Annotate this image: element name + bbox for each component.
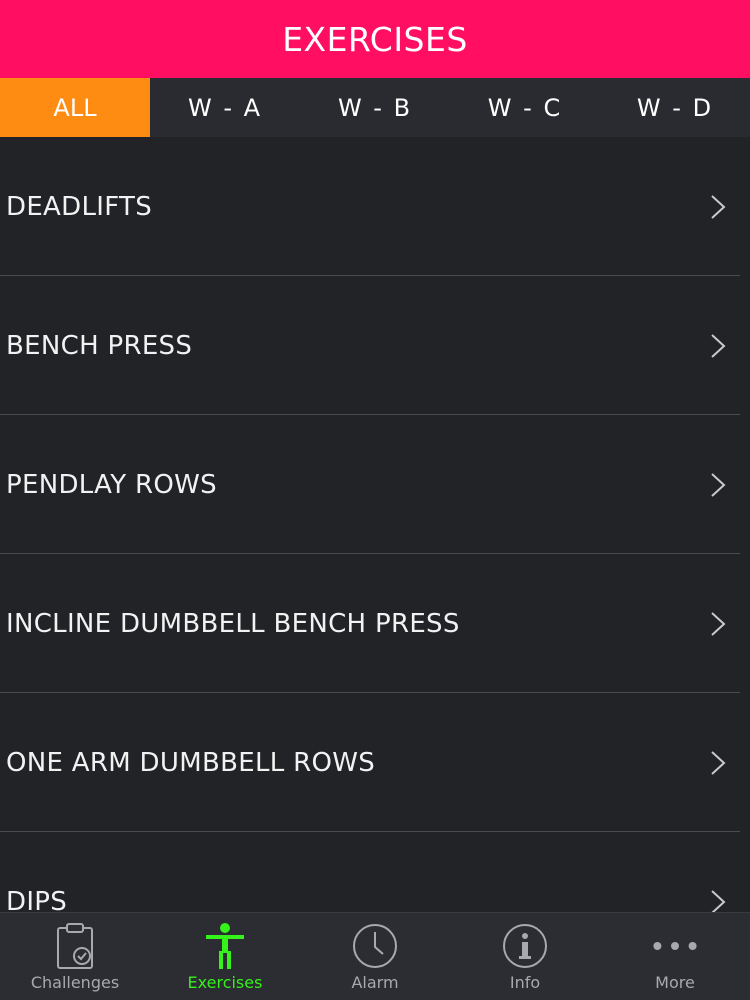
tabbar-label: Exercises <box>187 973 263 992</box>
chevron-right-icon <box>710 194 726 220</box>
page-title: EXERCISES <box>282 19 468 59</box>
chevron-right-icon <box>710 472 726 498</box>
tabbar-label: More <box>655 973 695 992</box>
list-item-one-arm-dumbbell-rows[interactable]: ONE ARM DUMBBELL ROWS <box>0 693 750 832</box>
tab-w-d[interactable]: W - D <box>600 78 750 137</box>
tabbar-more[interactable]: More <box>600 913 750 1000</box>
tabbar-challenges[interactable]: Challenges <box>0 913 150 1000</box>
more-dots-icon <box>651 921 699 971</box>
bottom-tab-bar: Challenges Exercises Alarm Info More <box>0 912 750 1000</box>
exercise-name: INCLINE DUMBBELL BENCH PRESS <box>6 608 460 639</box>
tabbar-label: Alarm <box>351 973 399 992</box>
tabbar-label: Info <box>509 973 541 992</box>
tab-w-a[interactable]: W - A <box>150 78 300 137</box>
tab-all[interactable]: ALL <box>0 78 150 137</box>
list-item-pendlay-rows[interactable]: PENDLAY ROWS <box>0 415 750 554</box>
chevron-right-icon <box>710 611 726 637</box>
filter-tabs: ALL W - A W - B W - C W - D <box>0 78 750 137</box>
list-item-bench-press[interactable]: BENCH PRESS <box>0 276 750 415</box>
exercise-name: BENCH PRESS <box>6 330 193 361</box>
clock-icon <box>351 921 399 971</box>
tabbar-label: Challenges <box>30 973 120 992</box>
exercise-list[interactable]: DEADLIFTS BENCH PRESS PENDLAY ROWS INCLI… <box>0 137 750 912</box>
list-item-incline-dumbbell-bench-press[interactable]: INCLINE DUMBBELL BENCH PRESS <box>0 554 750 693</box>
clipboard-check-icon <box>51 921 99 971</box>
exercise-name: DIPS <box>6 886 68 913</box>
person-icon <box>201 921 249 971</box>
exercise-name: DEADLIFTS <box>6 191 152 222</box>
tab-w-c[interactable]: W - C <box>450 78 600 137</box>
tab-w-b[interactable]: W - B <box>300 78 450 137</box>
exercise-name: PENDLAY ROWS <box>6 469 217 500</box>
chevron-right-icon <box>710 750 726 776</box>
list-item-dips[interactable]: DIPS <box>0 832 750 912</box>
list-item-deadlifts[interactable]: DEADLIFTS <box>0 137 750 276</box>
tabbar-exercises[interactable]: Exercises <box>150 913 300 1000</box>
app-header: EXERCISES <box>0 0 750 78</box>
tabbar-info[interactable]: Info <box>450 913 600 1000</box>
tabbar-alarm[interactable]: Alarm <box>300 913 450 1000</box>
exercise-name: ONE ARM DUMBBELL ROWS <box>6 747 376 778</box>
chevron-right-icon <box>710 333 726 359</box>
chevron-right-icon <box>710 889 726 912</box>
info-icon <box>501 921 549 971</box>
